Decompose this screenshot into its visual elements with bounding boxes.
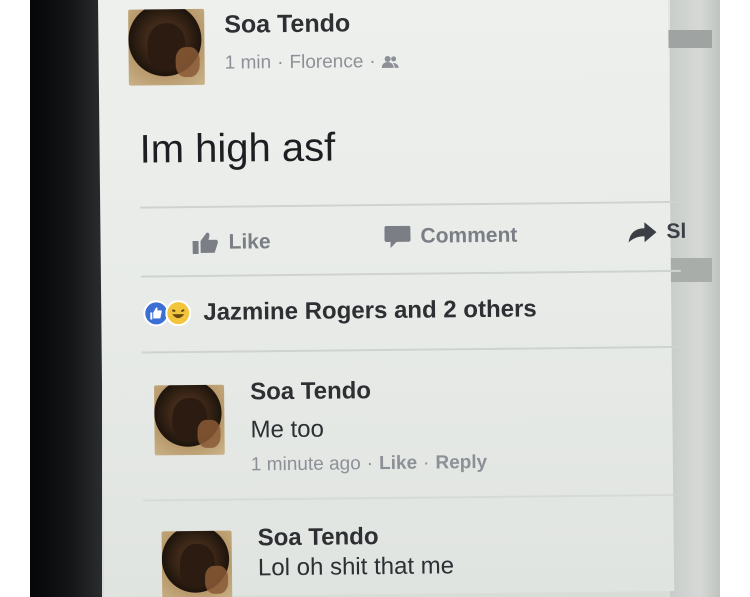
- divider: [140, 200, 681, 209]
- divider: [140, 269, 681, 278]
- meta-separator: ·: [422, 452, 430, 474]
- photo-frame: Soa Tendo 1 min · Florence · Im high asf…: [30, 0, 720, 597]
- post-author-name[interactable]: Soa Tendo: [224, 9, 350, 39]
- post-time[interactable]: 1 min: [225, 52, 272, 74]
- reactions-summary[interactable]: Jazmine Rogers and 2 others: [203, 295, 537, 326]
- comment-reply-link[interactable]: Reply: [435, 452, 487, 475]
- comment-button[interactable]: Comment: [384, 224, 517, 249]
- like-label: Like: [228, 230, 271, 254]
- author-avatar[interactable]: [128, 8, 205, 86]
- haha-reaction-icon: [165, 300, 192, 327]
- thumbs-up-icon: [192, 232, 218, 255]
- share-label: Sl: [666, 219, 687, 244]
- comment-text: Lol oh shit that me: [257, 552, 455, 582]
- comment-author-name[interactable]: Soa Tendo: [257, 523, 378, 552]
- divider: [141, 345, 682, 354]
- comment-bubble-icon: [384, 225, 411, 248]
- divider: [143, 493, 684, 502]
- comment-avatar[interactable]: [161, 530, 233, 597]
- share-button[interactable]: Sl: [628, 220, 686, 245]
- comment-meta: 1 minute ago · Like · Reply: [251, 452, 488, 476]
- phone-bezel: [30, 0, 102, 597]
- facebook-post-screen: Soa Tendo 1 min · Florence · Im high asf…: [98, 0, 686, 597]
- share-arrow-icon: [628, 222, 657, 243]
- comment-text: Me too: [250, 415, 325, 444]
- background-edge: [670, 0, 720, 597]
- post-text: Im high asf: [139, 125, 336, 172]
- comment-like-link[interactable]: Like: [379, 453, 417, 475]
- post-location[interactable]: Florence: [289, 51, 363, 74]
- comment-author-name[interactable]: Soa Tendo: [250, 377, 371, 406]
- meta-separator: ·: [277, 52, 284, 74]
- friends-icon: [381, 55, 400, 69]
- like-button[interactable]: Like: [192, 230, 271, 255]
- comment-avatar[interactable]: [154, 384, 225, 456]
- post-meta: 1 min · Florence ·: [225, 51, 400, 75]
- meta-separator: ·: [366, 453, 374, 475]
- comment-label: Comment: [420, 223, 518, 248]
- meta-separator: ·: [369, 51, 376, 73]
- comment-time[interactable]: 1 minute ago: [251, 453, 361, 476]
- reactions-row[interactable]: Jazmine Rogers and 2 others: [143, 295, 537, 327]
